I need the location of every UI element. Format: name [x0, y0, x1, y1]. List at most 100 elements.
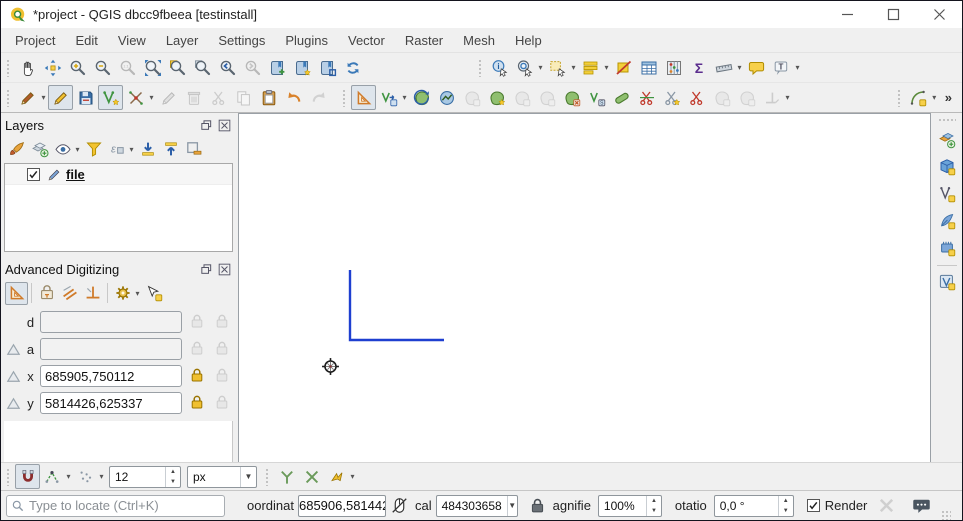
enable-advanced-digitizing-button[interactable]	[351, 85, 376, 110]
scale-combo[interactable]: 484303658 ▼	[436, 495, 518, 517]
menu-raster[interactable]: Raster	[395, 28, 453, 52]
advanced-digitizing-close-icon[interactable]	[217, 262, 232, 277]
select-by-value-dropdown[interactable]: ▾	[602, 63, 611, 72]
self-snapping-button[interactable]	[324, 464, 349, 489]
enable-snapping-button[interactable]	[15, 464, 40, 489]
rotate-feature-button[interactable]	[409, 85, 434, 110]
open-attribute-table-button[interactable]	[636, 55, 661, 80]
self-snapping-dropdown[interactable]: ▾	[348, 472, 357, 481]
constraint-input-a[interactable]	[40, 338, 182, 360]
expand-all-button[interactable]	[136, 138, 159, 161]
snap-settings-button[interactable]	[111, 282, 134, 305]
maximize-button[interactable]	[870, 1, 916, 28]
toolbar-overflow-button[interactable]: »	[941, 88, 956, 107]
layers-panel-float-icon[interactable]	[199, 118, 214, 133]
construction-mode-button[interactable]	[35, 282, 58, 305]
shape-digitizing-button[interactable]	[906, 85, 931, 110]
snapping-mode-button[interactable]	[40, 464, 65, 489]
constraint-lock-y-icon[interactable]	[186, 393, 207, 414]
mouse-position-toggle-icon[interactable]	[390, 496, 409, 515]
text-annotation-button[interactable]: T	[769, 55, 794, 80]
rotation-spinbox[interactable]: 0,0 ° ▲▼	[714, 495, 794, 517]
zoom-in-button[interactable]	[65, 55, 90, 80]
manage-map-themes-dropdown[interactable]: ▾	[73, 145, 82, 154]
vertex-tool-button[interactable]	[123, 85, 148, 110]
topological-editing-button[interactable]	[274, 464, 299, 489]
delta-toggle-icon[interactable]	[5, 395, 22, 412]
current-edits-button[interactable]	[15, 85, 40, 110]
locator-input[interactable]	[29, 498, 220, 513]
move-feature-dropdown[interactable]: ▾	[400, 93, 409, 102]
pan-to-selection-button[interactable]	[40, 55, 65, 80]
show-spatial-bookmarks-button[interactable]	[290, 55, 315, 80]
move-feature-button[interactable]	[376, 85, 401, 110]
spinbox-arrows[interactable]: ▲▼	[165, 467, 180, 487]
snapping-on-intersection-button[interactable]	[299, 464, 324, 489]
menu-mesh[interactable]: Mesh	[453, 28, 505, 52]
save-layer-edits-button[interactable]	[73, 85, 98, 110]
deselect-features-button[interactable]	[611, 55, 636, 80]
layers-panel-close-icon[interactable]	[217, 118, 232, 133]
run-feature-action-button[interactable]	[512, 55, 537, 80]
text-annotation-dropdown[interactable]: ▾	[793, 63, 802, 72]
delta-toggle-icon[interactable]	[5, 341, 22, 358]
menu-view[interactable]: View	[108, 28, 156, 52]
new-shapefile-layer-button[interactable]	[934, 181, 959, 206]
constraint-input-x[interactable]	[40, 365, 182, 387]
menu-plugins[interactable]: Plugins	[275, 28, 338, 52]
measure-line-button[interactable]	[711, 55, 736, 80]
snapping-mode-dropdown[interactable]: ▾	[64, 472, 73, 481]
parallel-constraint-button[interactable]	[58, 282, 81, 305]
split-parts-button[interactable]	[659, 85, 684, 110]
snapping-tolerance-spinbox[interactable]: 12 ▲▼	[109, 466, 181, 488]
delete-part-button[interactable]	[559, 85, 584, 110]
run-feature-action-dropdown[interactable]: ▾	[536, 63, 545, 72]
spinbox-arrows[interactable]: ▲▼	[646, 496, 661, 516]
zoom-out-button[interactable]	[90, 55, 115, 80]
menu-project[interactable]: Project	[5, 28, 65, 52]
filter-by-expression-dropdown[interactable]: ▾	[127, 145, 136, 154]
new-temporary-scratch-layer-button[interactable]	[934, 235, 959, 260]
add-group-button[interactable]	[28, 138, 51, 161]
data-source-manager-button[interactable]	[934, 127, 959, 152]
open-field-calculator-button[interactable]	[661, 55, 686, 80]
constraint-input-d[interactable]	[40, 311, 182, 333]
filter-legend-button[interactable]	[82, 138, 105, 161]
map-canvas[interactable]	[238, 113, 931, 462]
current-edits-dropdown[interactable]: ▾	[39, 93, 48, 102]
open-layer-styling-button[interactable]	[5, 138, 28, 161]
refresh-map-button[interactable]	[340, 55, 365, 80]
layer-visibility-checkbox[interactable]	[27, 168, 40, 181]
add-line-feature-button[interactable]	[98, 85, 123, 110]
snapping-type-dropdown[interactable]: ▾	[97, 472, 106, 481]
shape-digitizing-dropdown[interactable]: ▾	[930, 93, 939, 102]
snap-settings-dropdown[interactable]: ▾	[133, 289, 142, 298]
add-part-button[interactable]	[484, 85, 509, 110]
select-by-value-button[interactable]	[578, 55, 603, 80]
menu-vector[interactable]: Vector	[338, 28, 395, 52]
identify-features-button[interactable]: i	[487, 55, 512, 80]
offset-curve-button[interactable]	[609, 85, 634, 110]
split-features-button[interactable]	[634, 85, 659, 110]
layer-tree[interactable]: file	[4, 163, 233, 252]
spinbox-arrows[interactable]: ▲▼	[778, 496, 793, 516]
filter-by-expression-button[interactable]: ε	[105, 138, 128, 161]
toggle-editing-button[interactable]	[48, 85, 73, 110]
zoom-to-layer-button[interactable]	[190, 55, 215, 80]
select-features-button[interactable]	[545, 55, 570, 80]
advanced-digitizing-float-icon[interactable]	[199, 262, 214, 277]
zoom-last-button[interactable]	[215, 55, 240, 80]
coordinate-input[interactable]	[298, 495, 386, 517]
locator-search[interactable]	[6, 495, 225, 517]
new-spatial-bookmark-button[interactable]	[265, 55, 290, 80]
undo-button[interactable]	[281, 85, 306, 110]
scale-lock-icon[interactable]	[528, 496, 547, 515]
snapping-type-button[interactable]	[73, 464, 98, 489]
new-geopackage-layer-button[interactable]	[934, 154, 959, 179]
simplify-feature-button[interactable]	[434, 85, 459, 110]
new-virtual-layer-button[interactable]	[934, 269, 959, 294]
constraint-lock-x-icon[interactable]	[186, 366, 207, 387]
minimize-button[interactable]	[824, 1, 870, 28]
select-features-dropdown[interactable]: ▾	[569, 63, 578, 72]
statistical-summary-button[interactable]: Σ	[686, 55, 711, 80]
